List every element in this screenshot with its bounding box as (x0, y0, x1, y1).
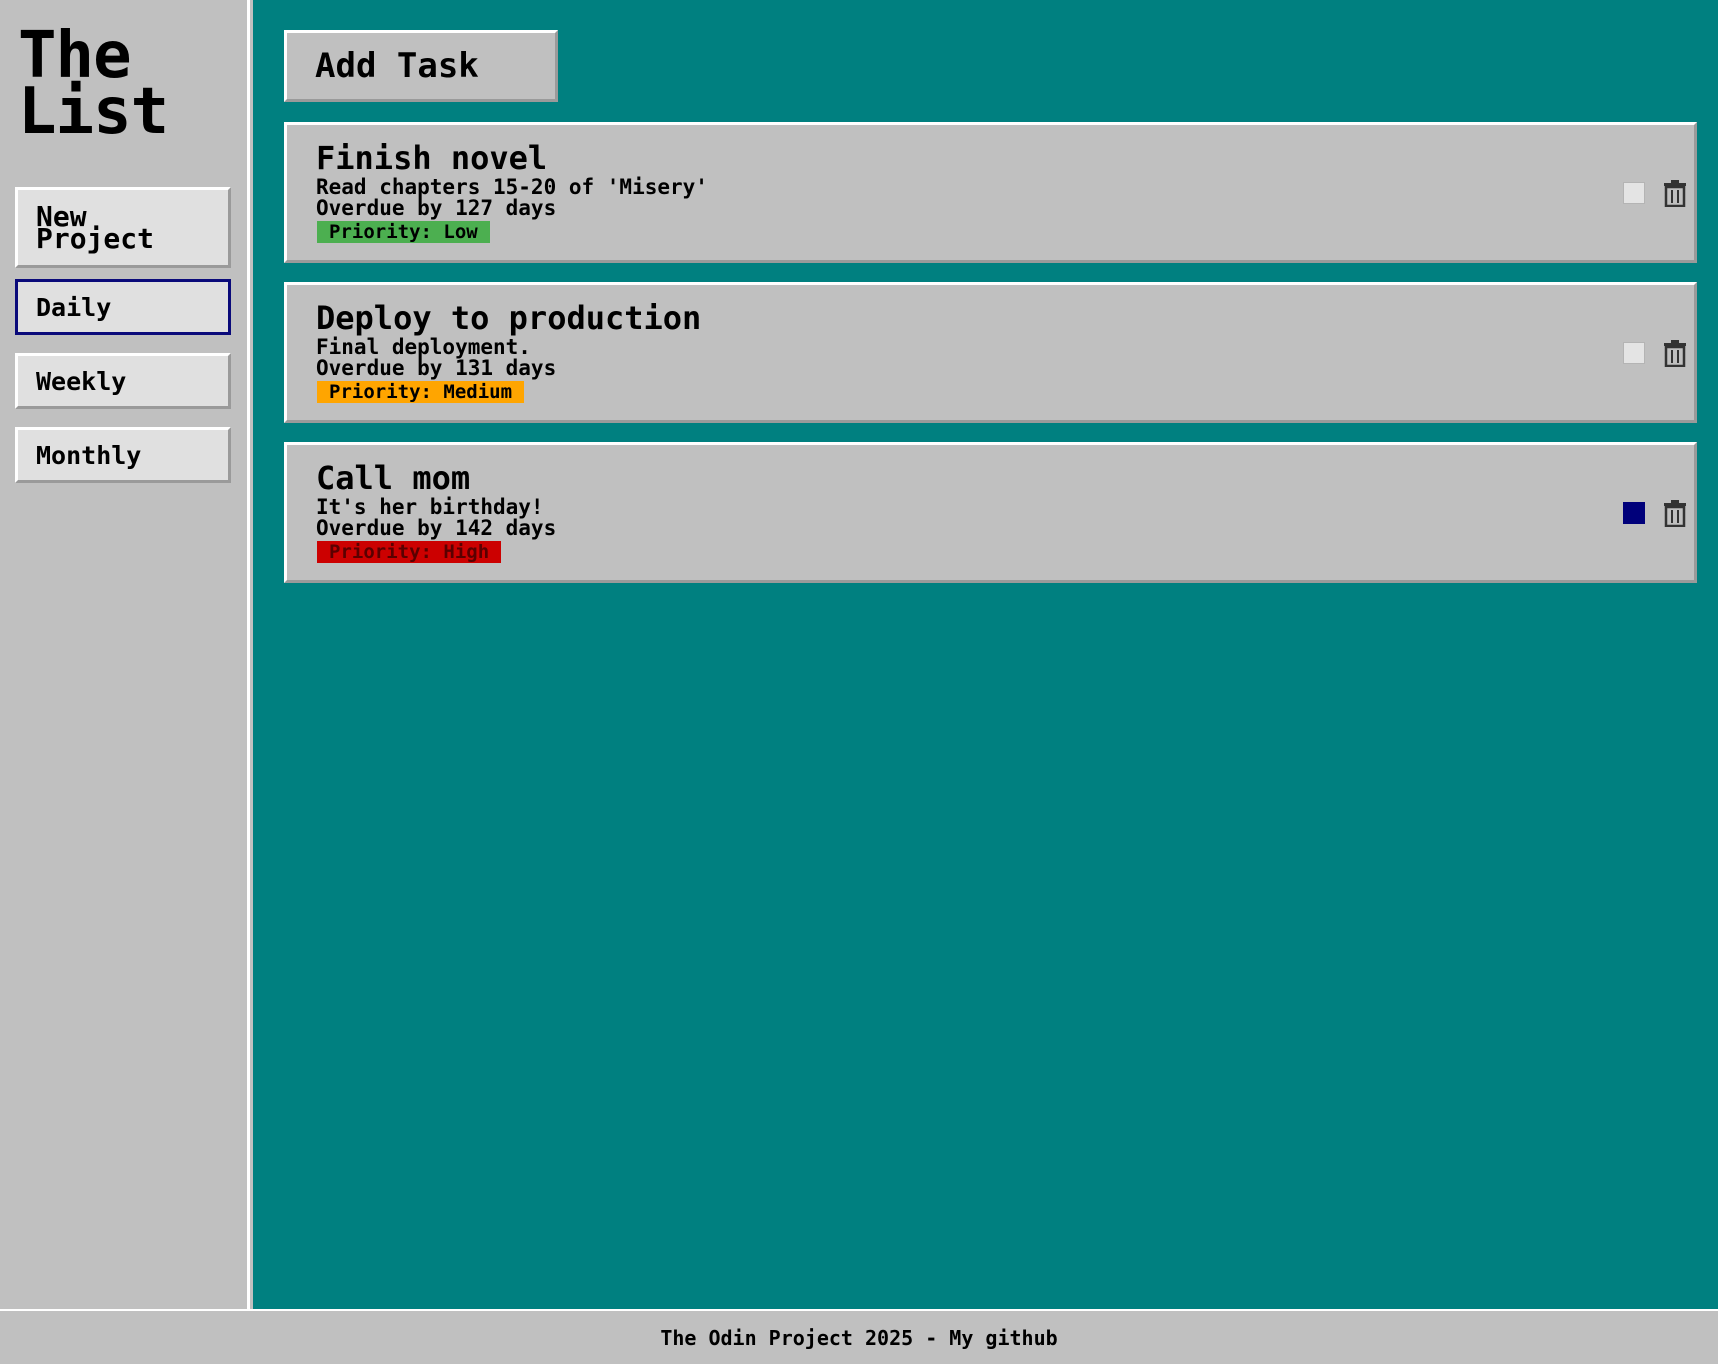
project-label: Weekly (36, 366, 127, 396)
task-due-status: Overdue by 142 days (316, 516, 557, 540)
task-title: Deploy to production (316, 299, 702, 337)
sidebar: The List New Project Daily Weekly Monthl… (0, 0, 250, 1309)
task-card: Finish novel Read chapters 15-20 of 'Mis… (284, 122, 1697, 263)
task-due-status: Overdue by 127 days (316, 196, 557, 220)
new-project-button[interactable]: New Project (15, 187, 231, 268)
footer-text: The Odin Project 2025 - (660, 1325, 950, 1350)
task-complete-checkbox[interactable] (1623, 182, 1645, 204)
task-due-status: Overdue by 131 days (316, 356, 557, 380)
task-complete-checkbox[interactable] (1623, 502, 1645, 524)
priority-badge: Priority: High (317, 541, 502, 563)
task-card: Call mom It's her birthday! Overdue by 1… (284, 442, 1697, 583)
task-card: Deploy to production Final deployment. O… (284, 282, 1697, 423)
project-label: Daily (36, 292, 112, 322)
priority-badge: Priority: Medium (317, 381, 525, 403)
task-title: Finish novel (316, 139, 548, 177)
task-title: Call mom (316, 459, 471, 497)
app: The List New Project Daily Weekly Monthl… (0, 0, 1718, 1364)
project-item-daily[interactable]: Daily (15, 279, 231, 335)
trash-icon[interactable] (1662, 339, 1688, 367)
add-task-button[interactable]: Add Task (284, 30, 558, 102)
github-link[interactable]: My github (949, 1326, 1057, 1350)
trash-icon[interactable] (1662, 499, 1688, 527)
footer: The Odin Project 2025 - My github (0, 1309, 1718, 1364)
project-label: Monthly (36, 440, 142, 470)
new-project-label: New Project (36, 199, 155, 255)
priority-badge: Priority: Low (317, 221, 490, 243)
app-logo: The List (18, 19, 169, 149)
project-item-weekly[interactable]: Weekly (15, 353, 231, 409)
task-complete-checkbox[interactable] (1623, 342, 1645, 364)
add-task-label: Add Task (315, 46, 479, 86)
project-item-monthly[interactable]: Monthly (15, 427, 231, 483)
task-area: Add Task Finish novel Read chapters 15-2… (253, 0, 1718, 1309)
trash-icon[interactable] (1662, 179, 1688, 207)
